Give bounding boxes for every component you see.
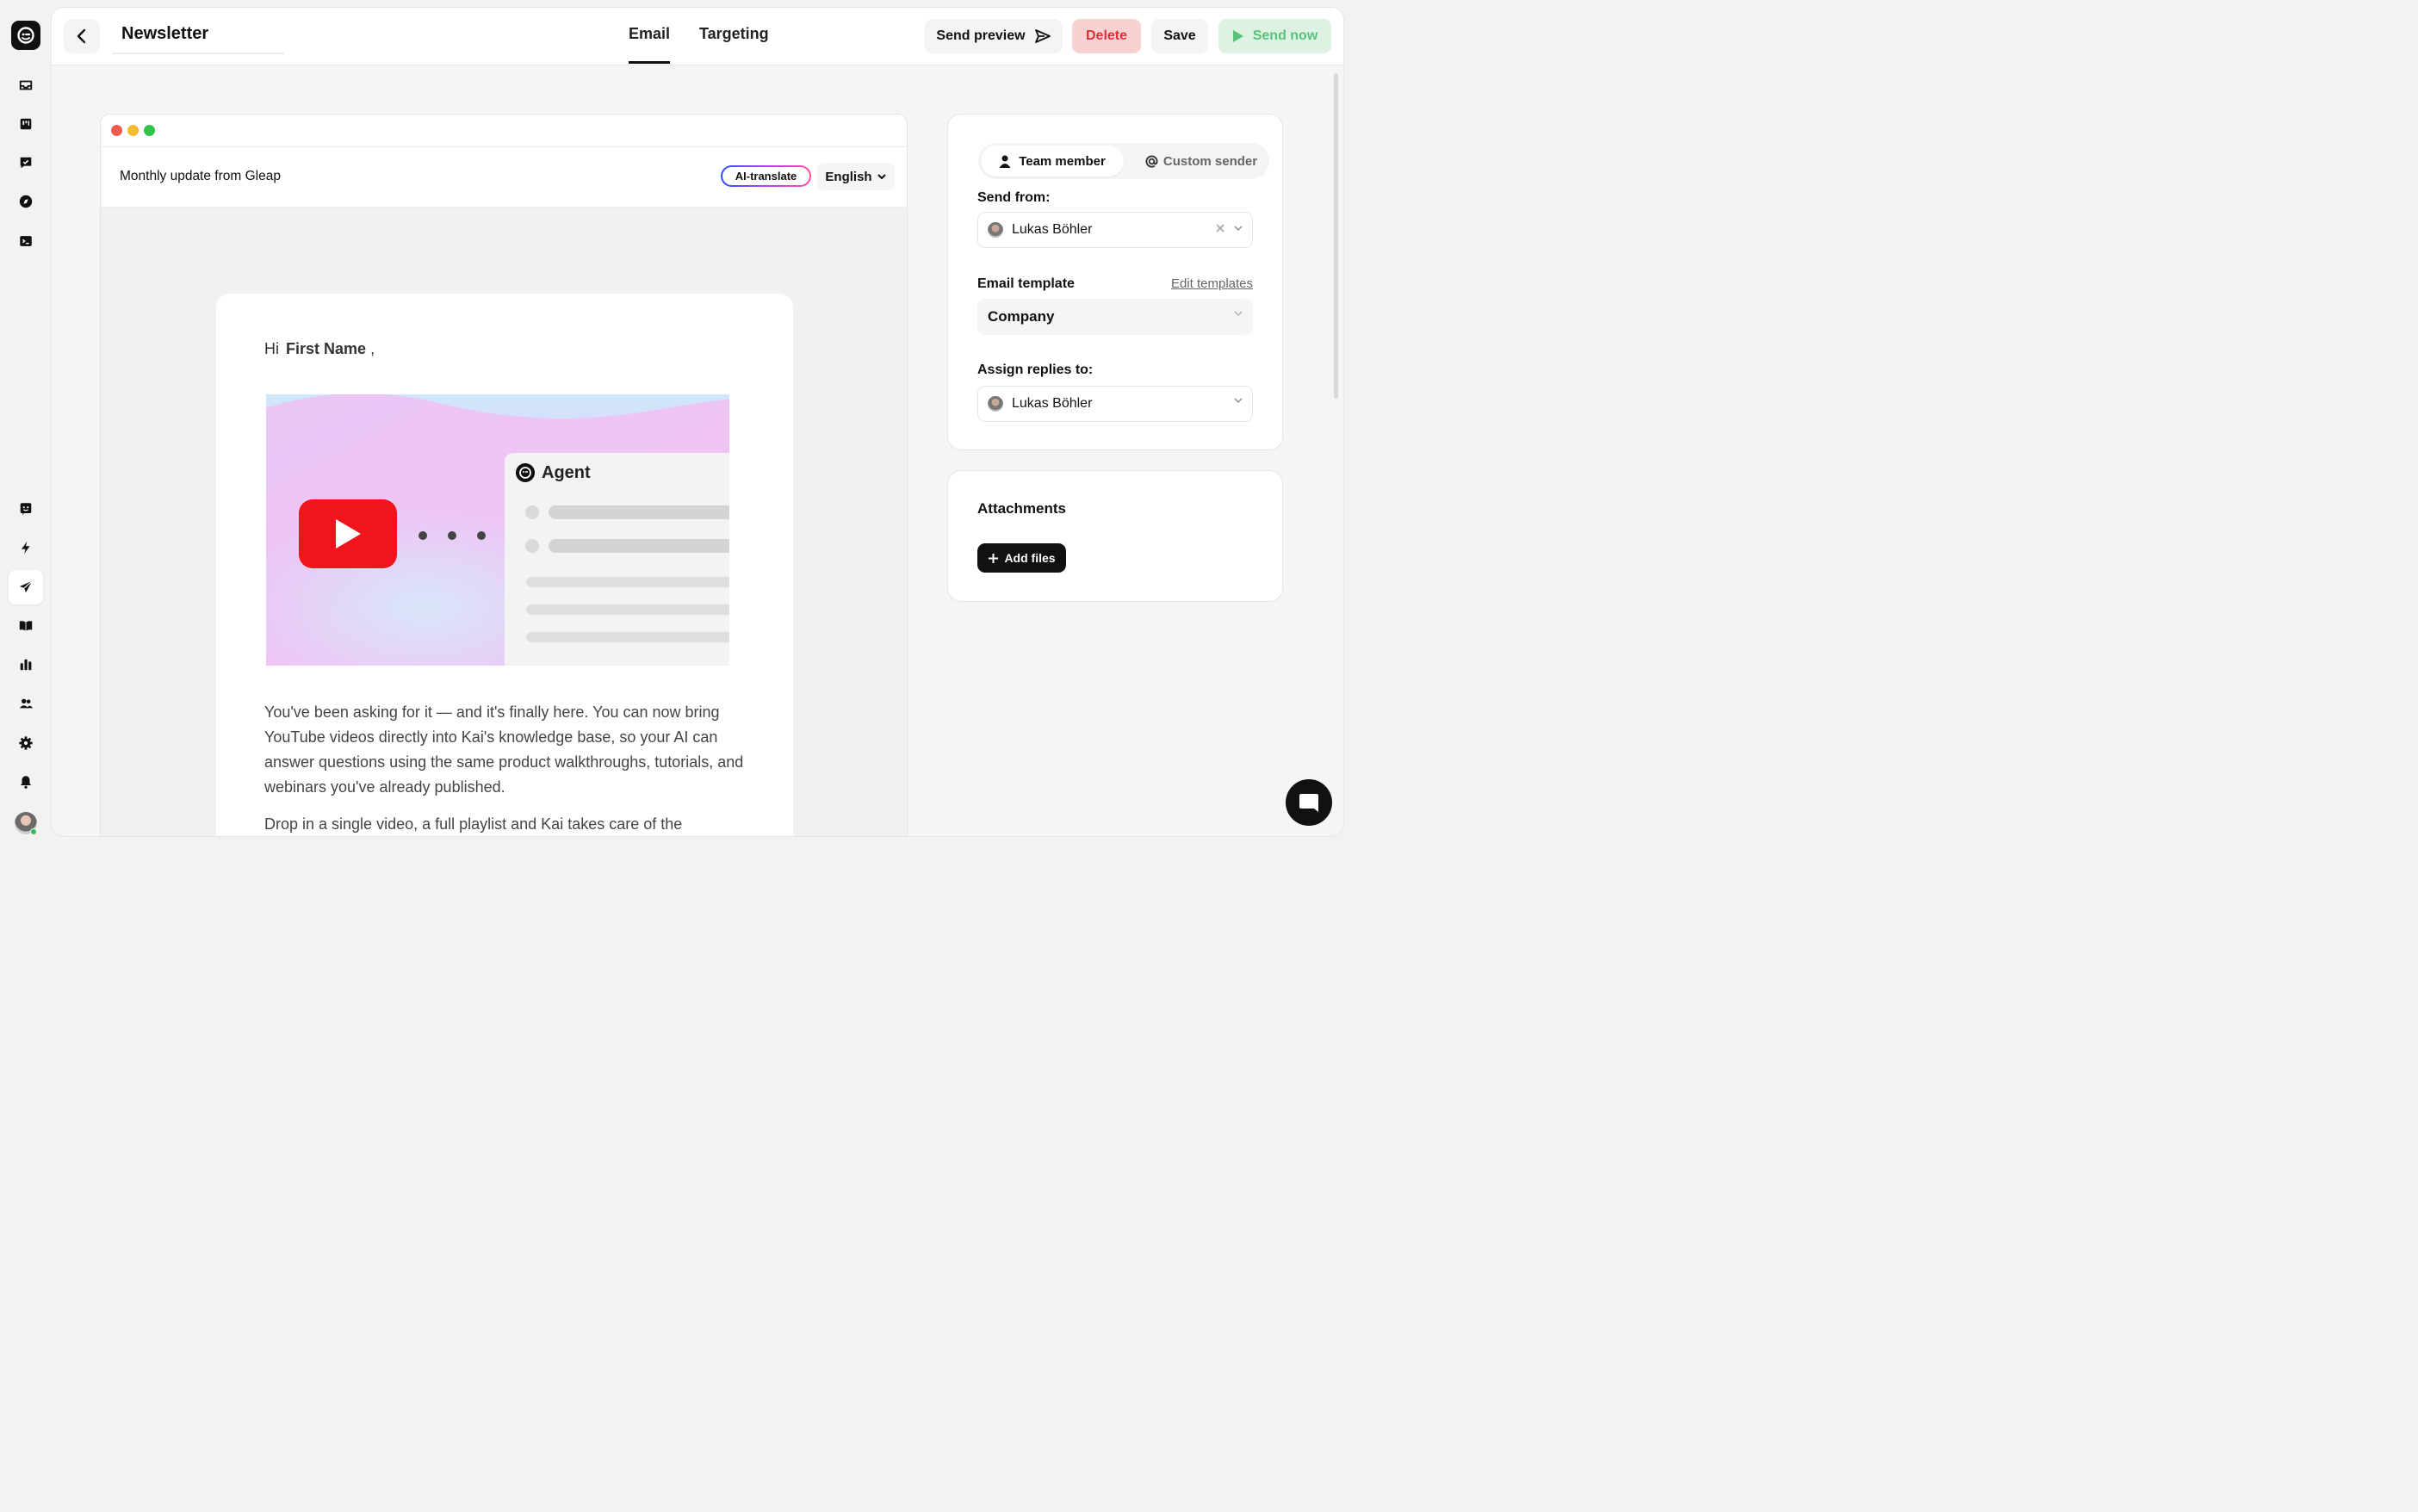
chevron-left-icon	[77, 28, 86, 44]
agent-label: Agent	[542, 463, 591, 482]
clear-icon[interactable]	[1215, 223, 1225, 233]
compass-icon[interactable]	[13, 189, 39, 214]
edit-templates-link[interactable]: Edit templates	[1171, 276, 1253, 291]
body-paragraph-2[interactable]: Drop in a single video, a full playlist …	[264, 812, 747, 836]
maximize-dot	[144, 125, 155, 136]
ellipsis-icon	[418, 531, 486, 540]
book-icon[interactable]	[13, 613, 39, 639]
send-preview-button[interactable]: Send preview	[925, 19, 1063, 53]
person-icon	[999, 155, 1011, 168]
team-member-label: Team member	[1019, 153, 1106, 169]
delete-button[interactable]: Delete	[1072, 19, 1141, 53]
back-button[interactable]	[64, 19, 100, 53]
assign-value: Lukas Böhler	[1012, 396, 1093, 411]
ai-translate-label: AI-translate	[722, 167, 809, 185]
bot-icon[interactable]	[13, 496, 39, 522]
play-icon	[336, 519, 361, 548]
greeting-text: Hi	[264, 340, 279, 357]
chevron-down-icon	[1234, 311, 1243, 317]
greeting-line[interactable]: Hi First Name ,	[264, 340, 375, 358]
send-icon[interactable]	[9, 570, 43, 604]
users-icon[interactable]	[13, 691, 39, 716]
youtube-play-button[interactable]	[299, 499, 397, 568]
placeholder-bar	[549, 505, 729, 519]
add-files-button[interactable]: Add files	[977, 543, 1066, 573]
page-title[interactable]: Newsletter	[112, 20, 284, 54]
send-from-select[interactable]: Lukas Böhler	[977, 212, 1253, 248]
send-now-button[interactable]: Send now	[1218, 19, 1331, 53]
placeholder-bar	[526, 632, 729, 642]
placeholder-bar	[526, 577, 729, 587]
agent-panel-graphic: Agent	[505, 453, 729, 666]
scrollbar[interactable]	[1334, 73, 1338, 399]
minimize-dot	[127, 125, 139, 136]
send-from-label: Send from:	[977, 190, 1051, 205]
sender-settings-panel: Team member Custom sender Send from: Luk…	[947, 114, 1283, 450]
check-icon	[525, 539, 539, 553]
play-icon	[1232, 30, 1243, 42]
window-titlebar	[101, 115, 907, 147]
plus-icon	[989, 553, 999, 563]
subject-row: Monthly update from Gleap AI-translate E…	[101, 147, 907, 208]
language-select[interactable]: English	[817, 163, 895, 190]
assign-replies-select[interactable]: Lukas Böhler	[977, 386, 1253, 422]
body-paragraph-1[interactable]: You've been asking for it — and it's fin…	[264, 700, 747, 800]
email-template-select[interactable]: Company	[977, 299, 1253, 335]
video-thumbnail[interactable]: Agent	[266, 394, 729, 666]
sender-type-toggle: Team member Custom sender	[978, 143, 1269, 179]
send-now-label: Send now	[1252, 28, 1318, 43]
online-status-dot	[30, 828, 37, 835]
send-preview-label: Send preview	[936, 28, 1026, 43]
chevron-down-icon	[1234, 398, 1243, 404]
chevron-down-icon	[1234, 226, 1243, 232]
email-body-card: Hi First Name , Agent You've been asking…	[216, 294, 793, 836]
left-sidebar	[0, 0, 52, 845]
gleap-logo-icon[interactable]	[11, 21, 40, 50]
tab-email[interactable]: Email	[629, 25, 671, 64]
top-bar: Newsletter Email Targeting Send preview …	[52, 8, 1343, 65]
chart-icon[interactable]	[13, 652, 39, 678]
tab-team-member[interactable]: Team member	[981, 146, 1124, 177]
check-chat-icon[interactable]	[13, 150, 39, 176]
bolt-icon[interactable]	[13, 535, 39, 561]
agent-logo-icon	[516, 463, 535, 482]
send-from-value: Lukas Böhler	[1012, 222, 1093, 237]
attachments-panel: Attachments Add files	[947, 470, 1283, 602]
add-files-label: Add files	[1004, 551, 1056, 565]
chevron-down-icon	[877, 174, 886, 180]
paper-plane-icon	[1034, 29, 1051, 43]
terminal-icon[interactable]	[13, 228, 39, 254]
email-preview-window: Monthly update from Gleap AI-translate E…	[100, 114, 908, 836]
gear-icon[interactable]	[13, 730, 39, 756]
chat-widget-button[interactable]	[1286, 779, 1332, 826]
placeholder-bar	[549, 539, 729, 553]
first-name-variable[interactable]: First Name	[286, 340, 366, 357]
tab-custom-sender[interactable]: Custom sender	[1137, 146, 1266, 177]
ai-translate-button[interactable]: AI-translate	[721, 165, 811, 187]
save-button[interactable]: Save	[1151, 19, 1208, 53]
attachments-title: Attachments	[977, 500, 1066, 517]
template-value: Company	[988, 308, 1055, 325]
check-icon	[525, 505, 539, 519]
tab-targeting[interactable]: Targeting	[699, 25, 769, 43]
close-dot	[111, 125, 122, 136]
language-value: English	[825, 169, 872, 184]
at-sign-icon	[1145, 155, 1158, 168]
board-icon[interactable]	[13, 111, 39, 137]
avatar	[988, 222, 1003, 238]
email-template-label: Email template	[977, 276, 1075, 291]
bell-icon[interactable]	[13, 769, 39, 795]
custom-sender-label: Custom sender	[1162, 153, 1258, 169]
main-frame: Newsletter Email Targeting Send preview …	[52, 8, 1343, 836]
avatar	[988, 396, 1003, 412]
assign-replies-label: Assign replies to:	[977, 363, 1094, 377]
placeholder-bar	[526, 604, 729, 615]
inbox-icon[interactable]	[13, 72, 39, 98]
chat-bubble-icon	[1299, 794, 1318, 812]
greeting-comma: ,	[370, 340, 375, 357]
email-subject[interactable]: Monthly update from Gleap	[120, 169, 281, 184]
